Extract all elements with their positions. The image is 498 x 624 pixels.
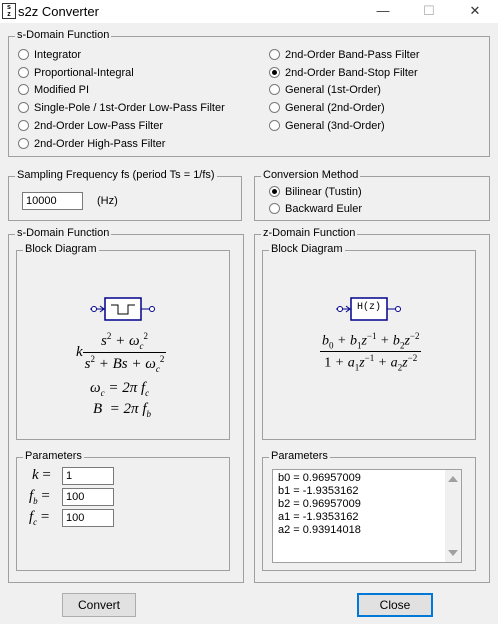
radio-integrator[interactable]: Integrator [18, 48, 81, 62]
band-stop-block-icon [90, 297, 155, 321]
sampling-frequency-input[interactable]: 10000 [22, 192, 83, 210]
scroll-up-icon[interactable] [448, 476, 458, 482]
param-k-input[interactable]: 1 [62, 467, 114, 485]
radio-button[interactable] [18, 49, 29, 60]
hz-block-text: H(z) [356, 302, 381, 313]
maximize-button[interactable]: ☐ [406, 0, 452, 23]
radio-button-selected[interactable] [269, 186, 280, 197]
close-window-button[interactable]: ✕ [452, 0, 498, 23]
coefficient-line: b1 = -1.9353162 [278, 485, 359, 497]
radio-2nd-order-bsf[interactable]: 2nd-Order Band-Stop Filter [269, 66, 418, 80]
radio-modified-pi[interactable]: Modified PI [18, 83, 89, 97]
scroll-down-icon[interactable] [448, 550, 458, 556]
radio-button[interactable] [18, 120, 29, 131]
radio-2nd-order-lpf[interactable]: 2nd-Order Low-Pass Filter [18, 119, 163, 133]
radio-backward-euler[interactable]: Backward Euler [269, 202, 362, 216]
z-transfer-function: b0 + b1z−1 + b2z−2 1 + a1z−1 + a2z−2 [320, 331, 422, 373]
radio-general-2nd[interactable]: General (2nd-Order) [269, 101, 385, 115]
coefficient-line: a1 = -1.9353162 [278, 511, 359, 523]
coefficients-textarea[interactable]: b0 = 0.96957009 b1 = -1.9353162 b2 = 0.9… [272, 469, 462, 563]
group-label: s-Domain Function [15, 29, 112, 41]
close-button[interactable]: Close [357, 593, 433, 617]
group-label: Parameters [23, 450, 84, 462]
coefficient-line: a2 = 0.93914018 [278, 524, 361, 536]
radio-button[interactable] [269, 102, 280, 113]
panel-label: z-Domain Function [261, 227, 358, 239]
coefficient-line: b2 = 0.96957009 [278, 498, 361, 510]
param-fb-input[interactable]: 100 [62, 488, 114, 506]
scrollbar[interactable] [445, 470, 461, 562]
param-fb-label: fb = [29, 488, 50, 506]
param-k-label: k = [32, 467, 51, 483]
group-label: Block Diagram [23, 243, 99, 255]
radio-button[interactable] [269, 203, 280, 214]
radio-button[interactable] [269, 120, 280, 131]
radio-button[interactable] [18, 102, 29, 113]
radio-2nd-order-hpf[interactable]: 2nd-Order High-Pass Filter [18, 137, 165, 151]
coefficient-line: b0 = 0.96957009 [278, 472, 361, 484]
app-icon: sz [2, 3, 16, 19]
b-equation: B = 2π fb [93, 401, 151, 419]
radio-single-pole-lpf[interactable]: Single-Pole / 1st-Order Low-Pass Filter [18, 101, 225, 115]
radio-bilinear[interactable]: Bilinear (Tustin) [269, 185, 362, 199]
radio-2nd-order-bpf[interactable]: 2nd-Order Band-Pass Filter [269, 48, 420, 62]
radio-general-1st[interactable]: General (1st-Order) [269, 83, 381, 97]
omega-c-equation: ωc = 2π fc [90, 380, 150, 398]
group-label: Block Diagram [269, 243, 345, 255]
panel-label: s-Domain Function [15, 227, 112, 239]
param-fc-label: fc = [29, 509, 50, 527]
radio-button-selected[interactable] [269, 67, 280, 78]
radio-button[interactable] [269, 49, 280, 60]
param-fc-input[interactable]: 100 [62, 509, 114, 527]
group-label: Conversion Method [261, 169, 361, 181]
s-transfer-function: k s2 + ωc2 s2 + Bs + ωc2 [76, 331, 167, 374]
radio-button[interactable] [269, 84, 280, 95]
radio-button[interactable] [18, 84, 29, 95]
radio-proportional-integral[interactable]: Proportional-Integral [18, 66, 134, 80]
radio-general-3rd[interactable]: General (3nd-Order) [269, 119, 385, 133]
title-bar: sz s2z Converter — ☐ ✕ [0, 0, 498, 23]
group-label: Sampling Frequency fs (period Ts = 1/fs) [15, 169, 217, 181]
sampling-unit-label: (Hz) [97, 195, 118, 207]
convert-button[interactable]: Convert [62, 593, 136, 617]
radio-button[interactable] [18, 138, 29, 149]
window-title: s2z Converter [18, 4, 99, 19]
hz-block-icon: H(z) [336, 297, 402, 321]
group-label: Parameters [269, 450, 330, 462]
minimize-button[interactable]: — [360, 0, 406, 23]
radio-button[interactable] [18, 67, 29, 78]
